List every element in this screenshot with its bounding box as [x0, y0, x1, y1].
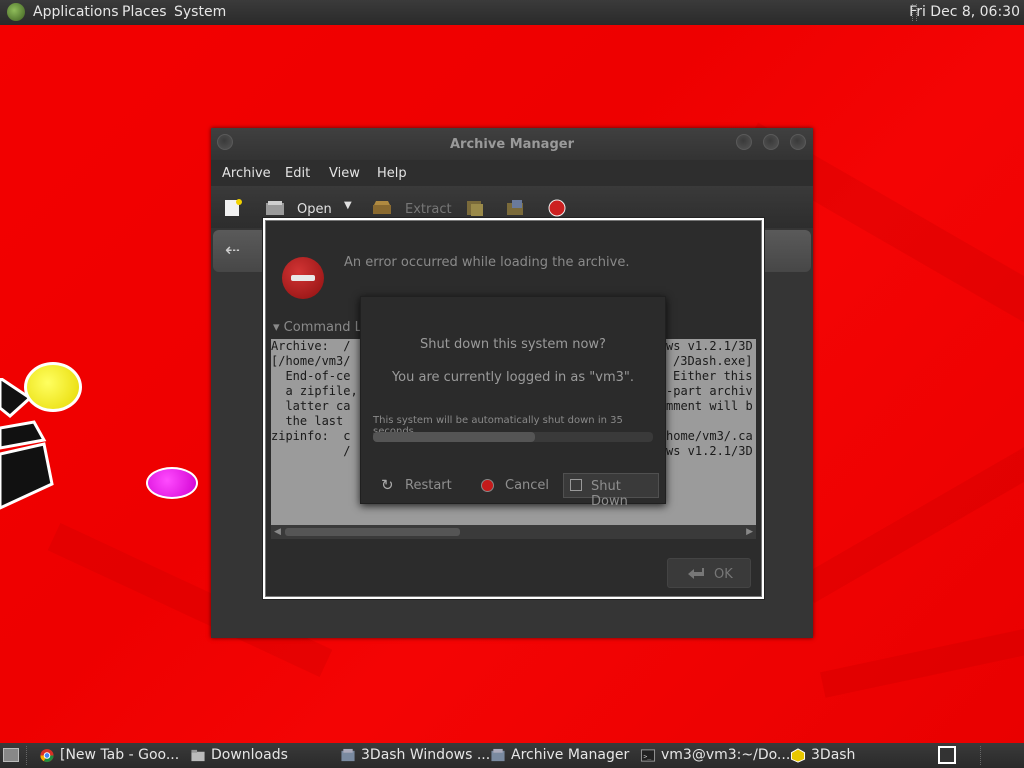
- open-button[interactable]: Open: [297, 202, 332, 217]
- menu-help[interactable]: Help: [377, 166, 407, 181]
- yellow-orb: [24, 362, 82, 412]
- shutdown-buttons: ↻ Restart Cancel Shut Down: [365, 473, 661, 509]
- output-line-right: -part archiv: [666, 384, 753, 398]
- output-line: a zipfile,: [271, 384, 358, 398]
- task-3dash[interactable]: 3Dash: [786, 743, 931, 768]
- logged-in-text: You are currently logged in as "vm3".: [391, 370, 635, 385]
- output-line: Archive: /: [271, 339, 351, 353]
- back-arrow-icon[interactable]: ⇠: [225, 240, 240, 261]
- window-title: Archive Manager: [450, 137, 574, 152]
- output-line: End-of-ce: [271, 369, 351, 383]
- new-archive-icon[interactable]: [223, 199, 243, 217]
- top-panel: Applications Places System Fri Dec 8, 06…: [0, 0, 1024, 25]
- minimize-button[interactable]: [736, 134, 752, 150]
- output-line-right: mment will b: [666, 399, 753, 413]
- enter-arrow-icon: [688, 568, 704, 579]
- command-line-label: Command Li: [283, 320, 366, 335]
- countdown-progress-bar: [373, 432, 653, 442]
- cancel-label: Cancel: [505, 478, 550, 493]
- task-label: Downloads: [211, 747, 288, 763]
- cancel-button[interactable]: Cancel: [465, 473, 561, 498]
- cancel-icon: [481, 479, 494, 492]
- output-line-right: Either this: [673, 369, 753, 383]
- shutdown-question: Shut down this system now?: [420, 337, 606, 352]
- cube-icon: [790, 748, 806, 763]
- chrome-icon: [40, 748, 54, 763]
- scrollbar-thumb[interactable]: [285, 528, 460, 536]
- task-downloads[interactable]: Downloads: [186, 743, 331, 768]
- progress-fill: [373, 432, 536, 442]
- task-archive-manager[interactable]: Archive Manager: [486, 743, 631, 768]
- add-files-icon[interactable]: [465, 199, 485, 217]
- pink-orb: [146, 467, 198, 499]
- shutdown-dialog: Shut down this system now? You are curre…: [360, 296, 666, 509]
- distro-logo-icon[interactable]: [7, 3, 25, 21]
- ok-label: OK: [714, 567, 733, 582]
- menu-view[interactable]: View: [329, 166, 360, 181]
- menu-system[interactable]: System: [174, 4, 226, 20]
- tray-window-list-icon[interactable]: [938, 746, 956, 764]
- taskbar-separator: [980, 746, 983, 765]
- error-message: An error occurred while loading the arch…: [344, 255, 630, 270]
- terminal-icon: >_: [640, 749, 656, 762]
- output-line: latter ca: [271, 399, 351, 413]
- folder-icon: [191, 749, 205, 762]
- output-line: [/home/vm3/: [271, 354, 351, 368]
- shut-down-label: Shut Down: [591, 479, 628, 509]
- menu-places[interactable]: Places: [122, 4, 167, 20]
- task-label: vm3@vm3:~/Do...: [661, 747, 791, 763]
- output-line-right: ws v1.2.1/3D: [666, 444, 753, 458]
- task-terminal[interactable]: >_ vm3@vm3:~/Do...: [636, 743, 790, 768]
- ok-button[interactable]: OK: [667, 558, 751, 588]
- output-line-right: /3Dash.exe]: [673, 354, 753, 368]
- task-chrome[interactable]: [New Tab - Goo...: [35, 743, 180, 768]
- show-desktop-icon[interactable]: [3, 748, 19, 762]
- scroll-right-icon[interactable]: ▶: [746, 527, 753, 537]
- horizontal-scrollbar[interactable]: ◀ ▶: [271, 525, 756, 539]
- output-line-right: ws v1.2.1/3D: [666, 339, 753, 353]
- task-label: [New Tab - Goo...: [60, 747, 180, 763]
- add-folder-icon[interactable]: [505, 199, 525, 217]
- shut-down-button[interactable]: Shut Down: [563, 473, 659, 509]
- menu-edit[interactable]: Edit: [285, 166, 310, 181]
- output-line: the last: [271, 414, 351, 428]
- command-line-expander[interactable]: ▾ Command Li: [273, 320, 365, 335]
- restart-button[interactable]: ↻ Restart: [365, 473, 461, 498]
- task-3dash-windows[interactable]: 3Dash Windows ...: [336, 743, 490, 768]
- clock[interactable]: Fri Dec 8, 06:30: [909, 4, 1020, 20]
- restart-icon: ↻: [381, 476, 394, 494]
- menu-applications[interactable]: Applications: [33, 4, 119, 20]
- shutdown-icon: [570, 479, 582, 491]
- output-line: zipinfo: c: [271, 429, 351, 443]
- extract-icon[interactable]: [372, 199, 392, 217]
- stop-icon[interactable]: [547, 199, 567, 217]
- error-icon: [282, 257, 324, 299]
- open-folder-icon[interactable]: [265, 199, 285, 217]
- bottom-taskbar: [New Tab - Goo... Downloads 3Dash Window…: [0, 743, 1024, 768]
- menu-archive[interactable]: Archive: [222, 166, 271, 181]
- window-titlebar[interactable]: Archive Manager: [211, 128, 813, 160]
- output-line: /: [271, 444, 351, 458]
- background-stripe: [799, 377, 1024, 603]
- scroll-left-icon[interactable]: ◀: [274, 527, 281, 537]
- archive-icon: [341, 748, 355, 762]
- task-label: Archive Manager: [511, 747, 630, 763]
- task-label: 3Dash Windows ...: [361, 747, 491, 763]
- maximize-button[interactable]: [763, 134, 779, 150]
- close-button[interactable]: [790, 134, 806, 150]
- archive-icon: [491, 748, 505, 762]
- background-stripe: [820, 618, 1024, 698]
- output-line-right: home/vm3/.ca: [666, 429, 753, 443]
- restart-label: Restart: [405, 478, 452, 493]
- extract-button[interactable]: Extract: [405, 202, 452, 217]
- window-menubar: Archive Edit View Help: [211, 160, 813, 186]
- task-label: 3Dash: [811, 747, 856, 763]
- chevron-down-icon[interactable]: ▼: [344, 200, 352, 211]
- taskbar-separator: [26, 746, 29, 765]
- svg-text:>_: >_: [643, 752, 651, 760]
